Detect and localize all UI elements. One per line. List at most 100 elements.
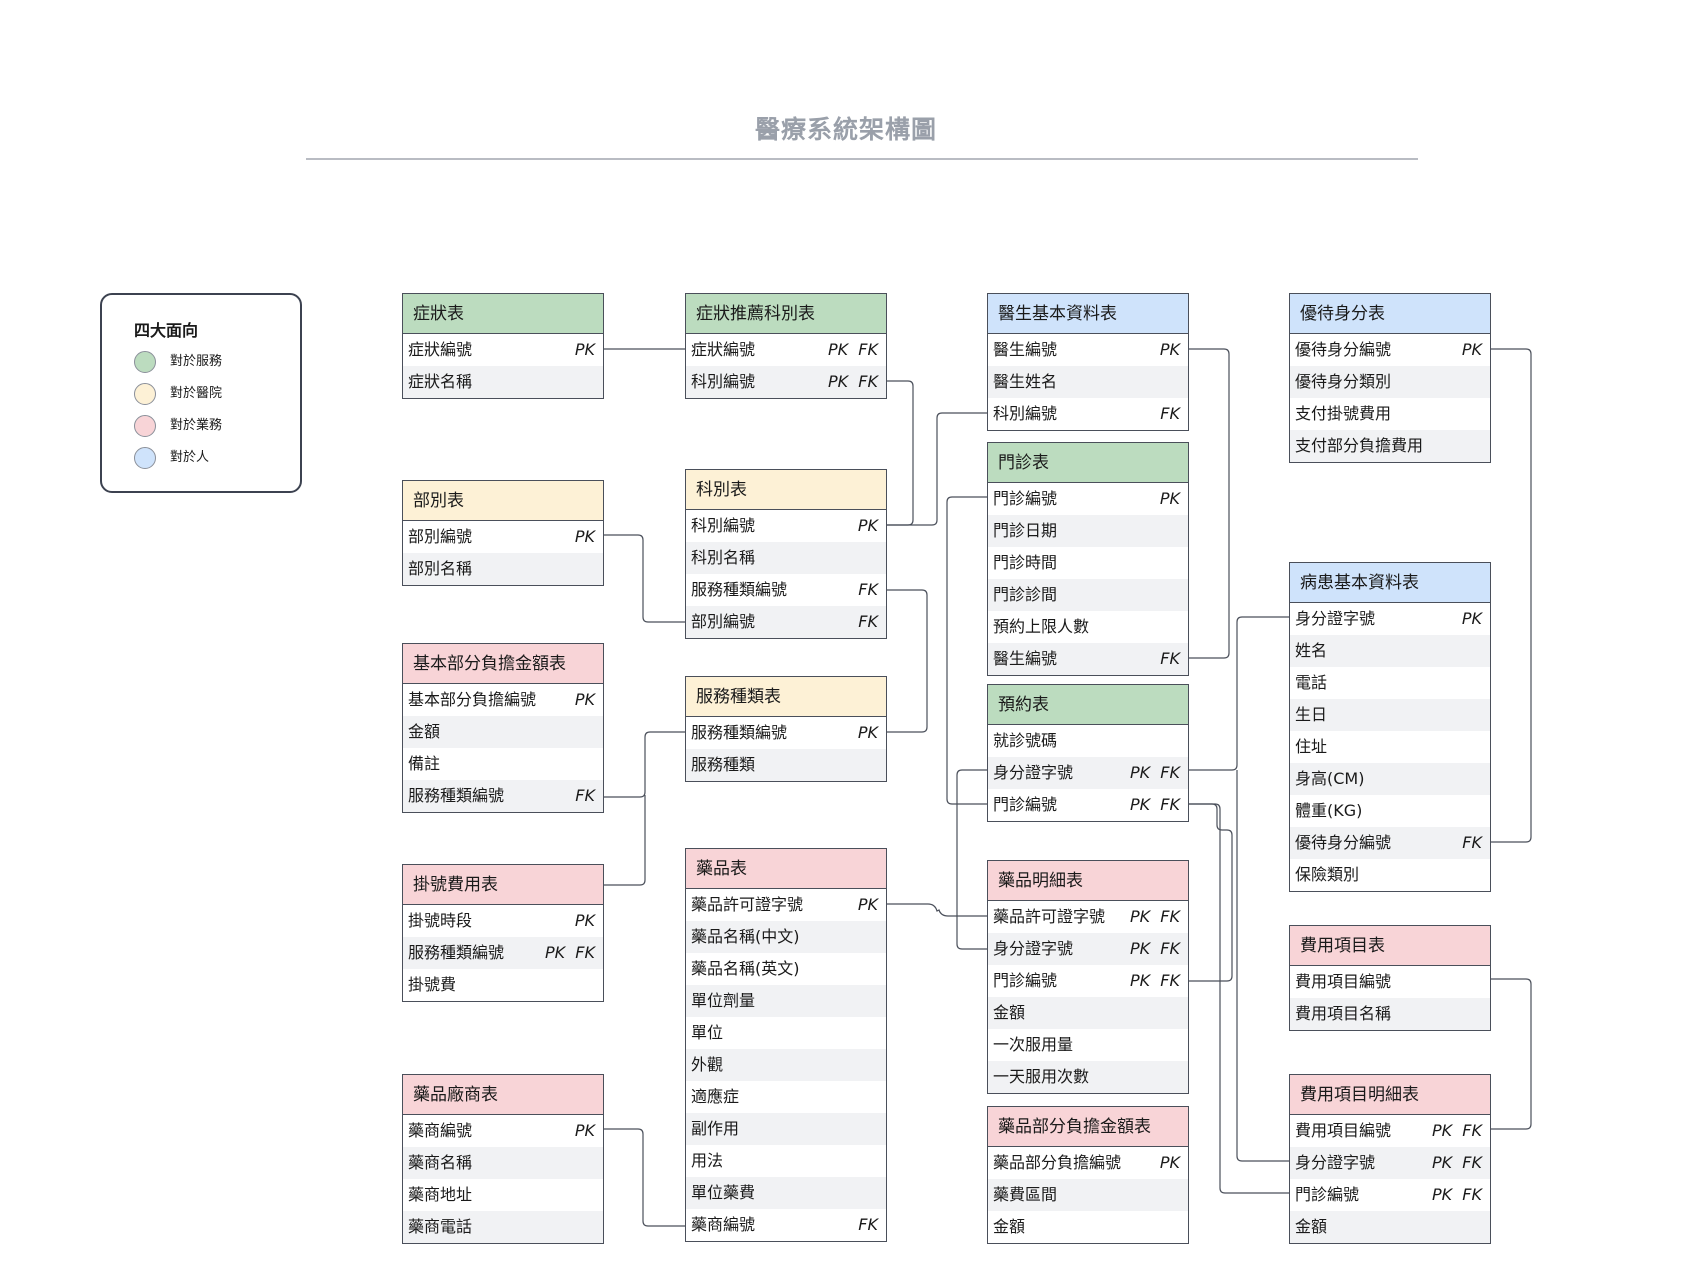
table-title: 症狀表: [403, 294, 603, 334]
table-row: 身高(CM): [1290, 763, 1490, 795]
field-name: 外觀: [691, 1055, 724, 1074]
field-name: 門診編號: [993, 795, 1058, 814]
field-name: 藥品許可證字號: [691, 895, 804, 914]
table-row: 優待身分編號 PK: [1290, 334, 1490, 366]
table-row: 藥商編號 PK: [403, 1115, 603, 1147]
field-name: 生日: [1295, 705, 1328, 724]
table-body: 藥品許可證字號 PK FK 身分證字號 PK FK 門診編號 PK FK 金額 一次服用量 一天…: [988, 901, 1188, 1093]
field-name: 科別名稱: [691, 548, 756, 567]
key-marker: PK: [1159, 489, 1180, 508]
table-title: 費用項目明細表: [1290, 1075, 1490, 1115]
table-row: 藥商電話: [403, 1211, 603, 1243]
field-name: 服務種類編號: [408, 786, 505, 805]
field-name: 科別編號: [993, 404, 1058, 423]
field-name: 優待身分類別: [1295, 372, 1392, 391]
table-fee-item: 費用項目表 費用項目編號 費用項目名稱: [1289, 925, 1491, 1031]
table-body: 身分證字號 PK 姓名 電話 生日 住址 身高(CM) 體重(KG) 優待身分編號 FK 保險類別: [1290, 603, 1490, 891]
key-marker: PK: [574, 1121, 595, 1140]
field-name: 身高(CM): [1295, 769, 1365, 788]
field-name: 門診診間: [993, 585, 1058, 604]
field-name: 服務種類編號: [691, 580, 788, 599]
table-drug-copay: 藥品部分負擔金額表 藥品部分負擔編號 PK 藥費區間 金額: [987, 1106, 1189, 1244]
table-row: 服務種類: [686, 749, 886, 781]
key-marker: PK: [574, 911, 595, 930]
table-row: 藥費區間: [988, 1179, 1188, 1211]
table-body: 症狀編號 PK 症狀名稱: [403, 334, 603, 398]
key-marker: PK: [574, 527, 595, 546]
table-row: 藥商名稱: [403, 1147, 603, 1179]
field-name: 掛號費: [408, 975, 457, 994]
field-name: 門診時間: [993, 553, 1058, 572]
key-marker: PK: [857, 516, 878, 535]
table-row: 優待身分類別: [1290, 366, 1490, 398]
table-service: 服務種類表 服務種類編號 PK 服務種類: [685, 676, 887, 782]
table-dept: 科別表 科別編號 PK 科別名稱 服務種類編號 FK 部別編號 FK: [685, 469, 887, 639]
table-row: 電話: [1290, 667, 1490, 699]
key-marker: PK: [1461, 609, 1482, 628]
field-name: 支付掛號費用: [1295, 404, 1392, 423]
table-row: 部別編號 FK: [686, 606, 886, 638]
table-row: 支付部分負擔費用: [1290, 430, 1490, 462]
table-body: 掛號時段 PK 服務種類編號 PK FK 掛號費: [403, 905, 603, 1001]
table-row: 症狀編號 PK FK: [686, 334, 886, 366]
key-marker: PK: [857, 895, 878, 914]
table-title: 藥品部分負擔金額表: [988, 1107, 1188, 1147]
legend-dot-red: [134, 415, 156, 437]
table-title: 醫生基本資料表: [988, 294, 1188, 334]
table-row: 姓名: [1290, 635, 1490, 667]
field-name: 醫生編號: [993, 649, 1058, 668]
field-name: 服務種類編號: [691, 723, 788, 742]
key-marker: PK: [1461, 340, 1482, 359]
field-name: 金額: [993, 1003, 1026, 1022]
field-name: 部別編號: [408, 527, 473, 546]
field-name: 金額: [993, 1217, 1026, 1236]
field-name: 藥品部分負擔編號: [993, 1153, 1122, 1172]
field-name: 藥商編號: [408, 1121, 473, 1140]
connector-appointment-feedetail-clinic: [1189, 803, 1290, 1194]
field-name: 藥商編號: [691, 1215, 756, 1234]
key-marker: PK FK: [1431, 1185, 1482, 1204]
table-base-copay: 基本部分負擔金額表 基本部分負擔編號 PK 金額 備註 服務種類編號 FK: [402, 643, 604, 813]
table-row: 門診編號 PK FK: [1290, 1179, 1490, 1211]
table-row: 門診編號 PK FK: [988, 965, 1188, 997]
field-name: 費用項目名稱: [1295, 1004, 1392, 1023]
connector-patient-appointment: [1189, 616, 1290, 771]
table-title: 服務種類表: [686, 677, 886, 717]
table-row: 基本部分負擔編號 PK: [403, 684, 603, 716]
key-marker: FK: [575, 786, 595, 805]
table-row: 藥品名稱(中文): [686, 921, 886, 953]
table-body: 藥商編號 PK 藥商名稱 藥商地址 藥商電話: [403, 1115, 603, 1243]
field-name: 藥品名稱(英文): [691, 959, 800, 978]
field-name: 門診編號: [993, 971, 1058, 990]
legend-label: 對於人: [170, 450, 210, 465]
table-row: 身分證字號 PK FK: [988, 757, 1188, 789]
table-row: 一次服用量: [988, 1029, 1188, 1061]
field-name: 身分證字號: [993, 939, 1074, 958]
table-row: 服務種類編號 FK: [686, 574, 886, 606]
table-body: 基本部分負擔編號 PK 金額 備註 服務種類編號 FK: [403, 684, 603, 812]
legend-title: 四大面向: [134, 321, 199, 340]
field-name: 金額: [1295, 1217, 1328, 1236]
table-title: 藥品廠商表: [403, 1075, 603, 1115]
field-name: 掛號時段: [408, 911, 473, 930]
table-row: 副作用: [686, 1113, 886, 1145]
field-name: 醫生姓名: [993, 372, 1058, 391]
table-discount: 優待身分表 優待身分編號 PK 優待身分類別 支付掛號費用 支付部分負擔費用: [1289, 293, 1491, 463]
field-name: 症狀編號: [408, 340, 473, 359]
field-name: 一次服用量: [993, 1035, 1074, 1054]
table-body: 部別編號 PK 部別名稱: [403, 521, 603, 585]
field-name: 門診編號: [993, 489, 1058, 508]
table-row: 費用項目編號 PK FK: [1290, 1115, 1490, 1147]
table-body: 醫生編號 PK 醫生姓名 科別編號 FK: [988, 334, 1188, 430]
table-row: 部別編號 PK: [403, 521, 603, 553]
key-marker: PK FK: [1129, 907, 1180, 926]
table-row: 用法: [686, 1145, 886, 1177]
field-name: 單位藥費: [691, 1183, 756, 1202]
table-title: 症狀推薦科別表: [686, 294, 886, 334]
connector-vendor-drug: [604, 1128, 685, 1227]
key-marker: PK FK: [1129, 971, 1180, 990]
table-row: 門診診間: [988, 579, 1188, 611]
key-marker: FK: [858, 580, 878, 599]
table-row: 藥商地址: [403, 1179, 603, 1211]
legend-dot-green: [134, 351, 156, 373]
